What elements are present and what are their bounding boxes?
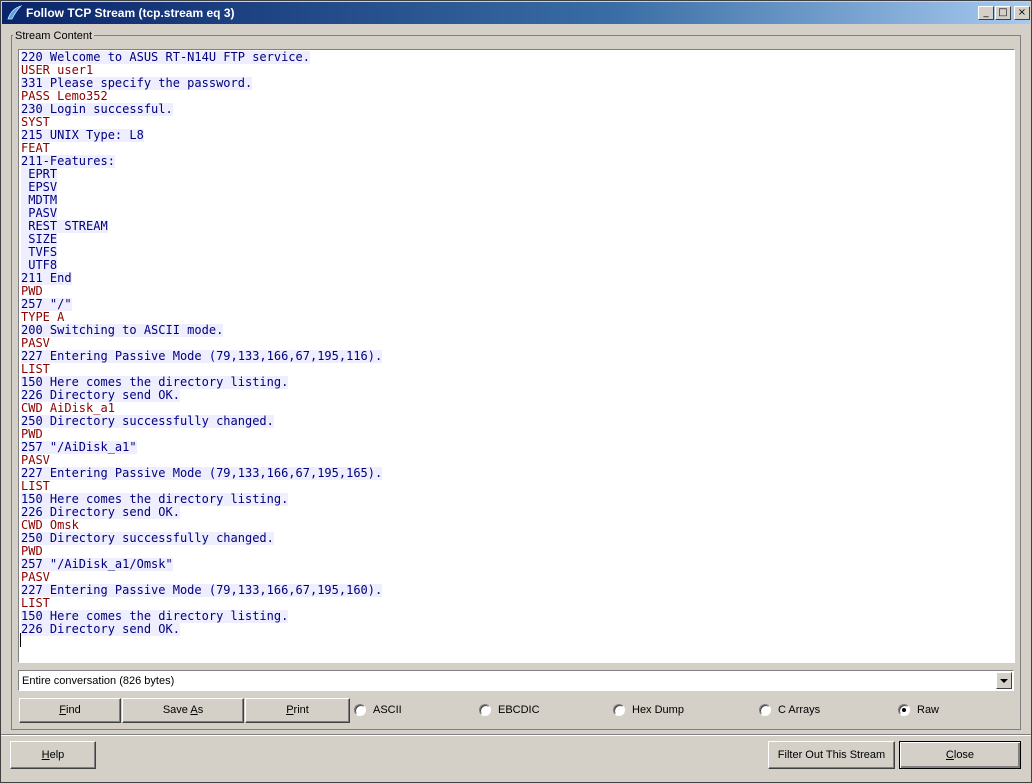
wireshark-fin-icon — [7, 5, 22, 20]
maximize-button[interactable]: □ — [995, 6, 1011, 20]
stream-line: SYST — [21, 116, 1014, 129]
stream-line: MDTM — [21, 194, 1014, 207]
stream-line: EPSV — [21, 181, 1014, 194]
server-text: 200 Switching to ASCII mode. — [21, 323, 224, 337]
stream-line: 227 Entering Passive Mode (79,133,166,67… — [21, 350, 1014, 363]
stream-line: 220 Welcome to ASUS RT-N14U FTP service. — [21, 51, 1014, 64]
radio-button-icon[interactable] — [759, 704, 771, 716]
stream-line: SIZE — [21, 233, 1014, 246]
server-text: 227 Entering Passive Mode (79,133,166,67… — [21, 583, 383, 597]
stream-line: PASV — [21, 207, 1014, 220]
stream-line: UTF8 — [21, 259, 1014, 272]
chevron-down-icon[interactable] — [996, 672, 1012, 689]
stream-line: 331 Please specify the password. — [21, 77, 1014, 90]
radio-button-icon[interactable] — [613, 704, 625, 716]
separator — [1, 734, 1031, 736]
format-radio-raw[interactable]: Raw — [898, 704, 948, 718]
stream-line: 226 Directory send OK. — [21, 389, 1014, 402]
stream-line: 257 "/AiDisk_a1" — [21, 441, 1014, 454]
stream-line: 226 Directory send OK. — [21, 623, 1014, 636]
stream-line: 215 UNIX Type: L8 — [21, 129, 1014, 142]
stream-line: 211-Features: — [21, 155, 1014, 168]
format-radio-ebcdic[interactable]: EBCDIC — [479, 704, 549, 718]
format-radio-hex-dump[interactable]: Hex Dump — [613, 704, 693, 718]
stream-line: 257 "/" — [21, 298, 1014, 311]
stream-content-textarea[interactable]: 220 Welcome to ASUS RT-N14U FTP service.… — [18, 49, 1015, 663]
radio-button-icon[interactable] — [479, 704, 491, 716]
stream-line: FEAT — [21, 142, 1014, 155]
radio-button-icon[interactable] — [354, 704, 366, 716]
save-as-button[interactable]: Save As — [122, 698, 244, 723]
stream-line: 230 Login successful. — [21, 103, 1014, 116]
format-radio-c-arrays[interactable]: C Arrays — [759, 704, 829, 718]
window-title: Follow TCP Stream (tcp.stream eq 3) — [26, 6, 235, 20]
text-caret — [20, 633, 21, 647]
title-bar[interactable]: Follow TCP Stream (tcp.stream eq 3) _ □ … — [2, 2, 1030, 24]
print-button[interactable]: Print — [245, 698, 350, 723]
stream-line: 250 Directory successfully changed. — [21, 532, 1014, 545]
follow-tcp-stream-window: Follow TCP Stream (tcp.stream eq 3) _ □ … — [0, 0, 1032, 783]
server-text: 227 Entering Passive Mode (79,133,166,67… — [21, 466, 383, 480]
conversation-select[interactable]: Entire conversation (826 bytes) — [18, 670, 1014, 691]
conversation-select-value: Entire conversation (826 bytes) — [22, 675, 175, 687]
filter-out-stream-button[interactable]: Filter Out This Stream — [768, 741, 895, 769]
stream-line: 250 Directory successfully changed. — [21, 415, 1014, 428]
stream-line: 211 End — [21, 272, 1014, 285]
stream-content-label: Stream Content — [13, 30, 95, 42]
server-text: 250 Directory successfully changed. — [21, 531, 274, 545]
stream-line: PWD — [21, 428, 1014, 441]
stream-line: REST STREAM — [21, 220, 1014, 233]
stream-line: 227 Entering Passive Mode (79,133,166,67… — [21, 584, 1014, 597]
server-text: 227 Entering Passive Mode (79,133,166,67… — [21, 349, 383, 363]
stream-line: EPRT — [21, 168, 1014, 181]
radio-button-icon[interactable] — [898, 704, 910, 716]
close-window-button[interactable]: × — [1014, 6, 1030, 20]
help-button[interactable]: Help — [10, 741, 96, 769]
stream-line: PWD — [21, 285, 1014, 298]
server-text: 250 Directory successfully changed. — [21, 414, 274, 428]
find-button[interactable]: Find — [19, 698, 121, 723]
stream-line: 227 Entering Passive Mode (79,133,166,67… — [21, 467, 1014, 480]
format-radio-ascii[interactable]: ASCII — [354, 704, 414, 718]
stream-line: TVFS — [21, 246, 1014, 259]
stream-line: 226 Directory send OK. — [21, 506, 1014, 519]
close-button[interactable]: Close — [899, 741, 1021, 769]
server-text: 226 Directory send OK. — [21, 622, 180, 636]
stream-line: 200 Switching to ASCII mode. — [21, 324, 1014, 337]
minimize-button[interactable]: _ — [978, 6, 994, 20]
stream-line: 257 "/AiDisk_a1/Omsk" — [21, 558, 1014, 571]
